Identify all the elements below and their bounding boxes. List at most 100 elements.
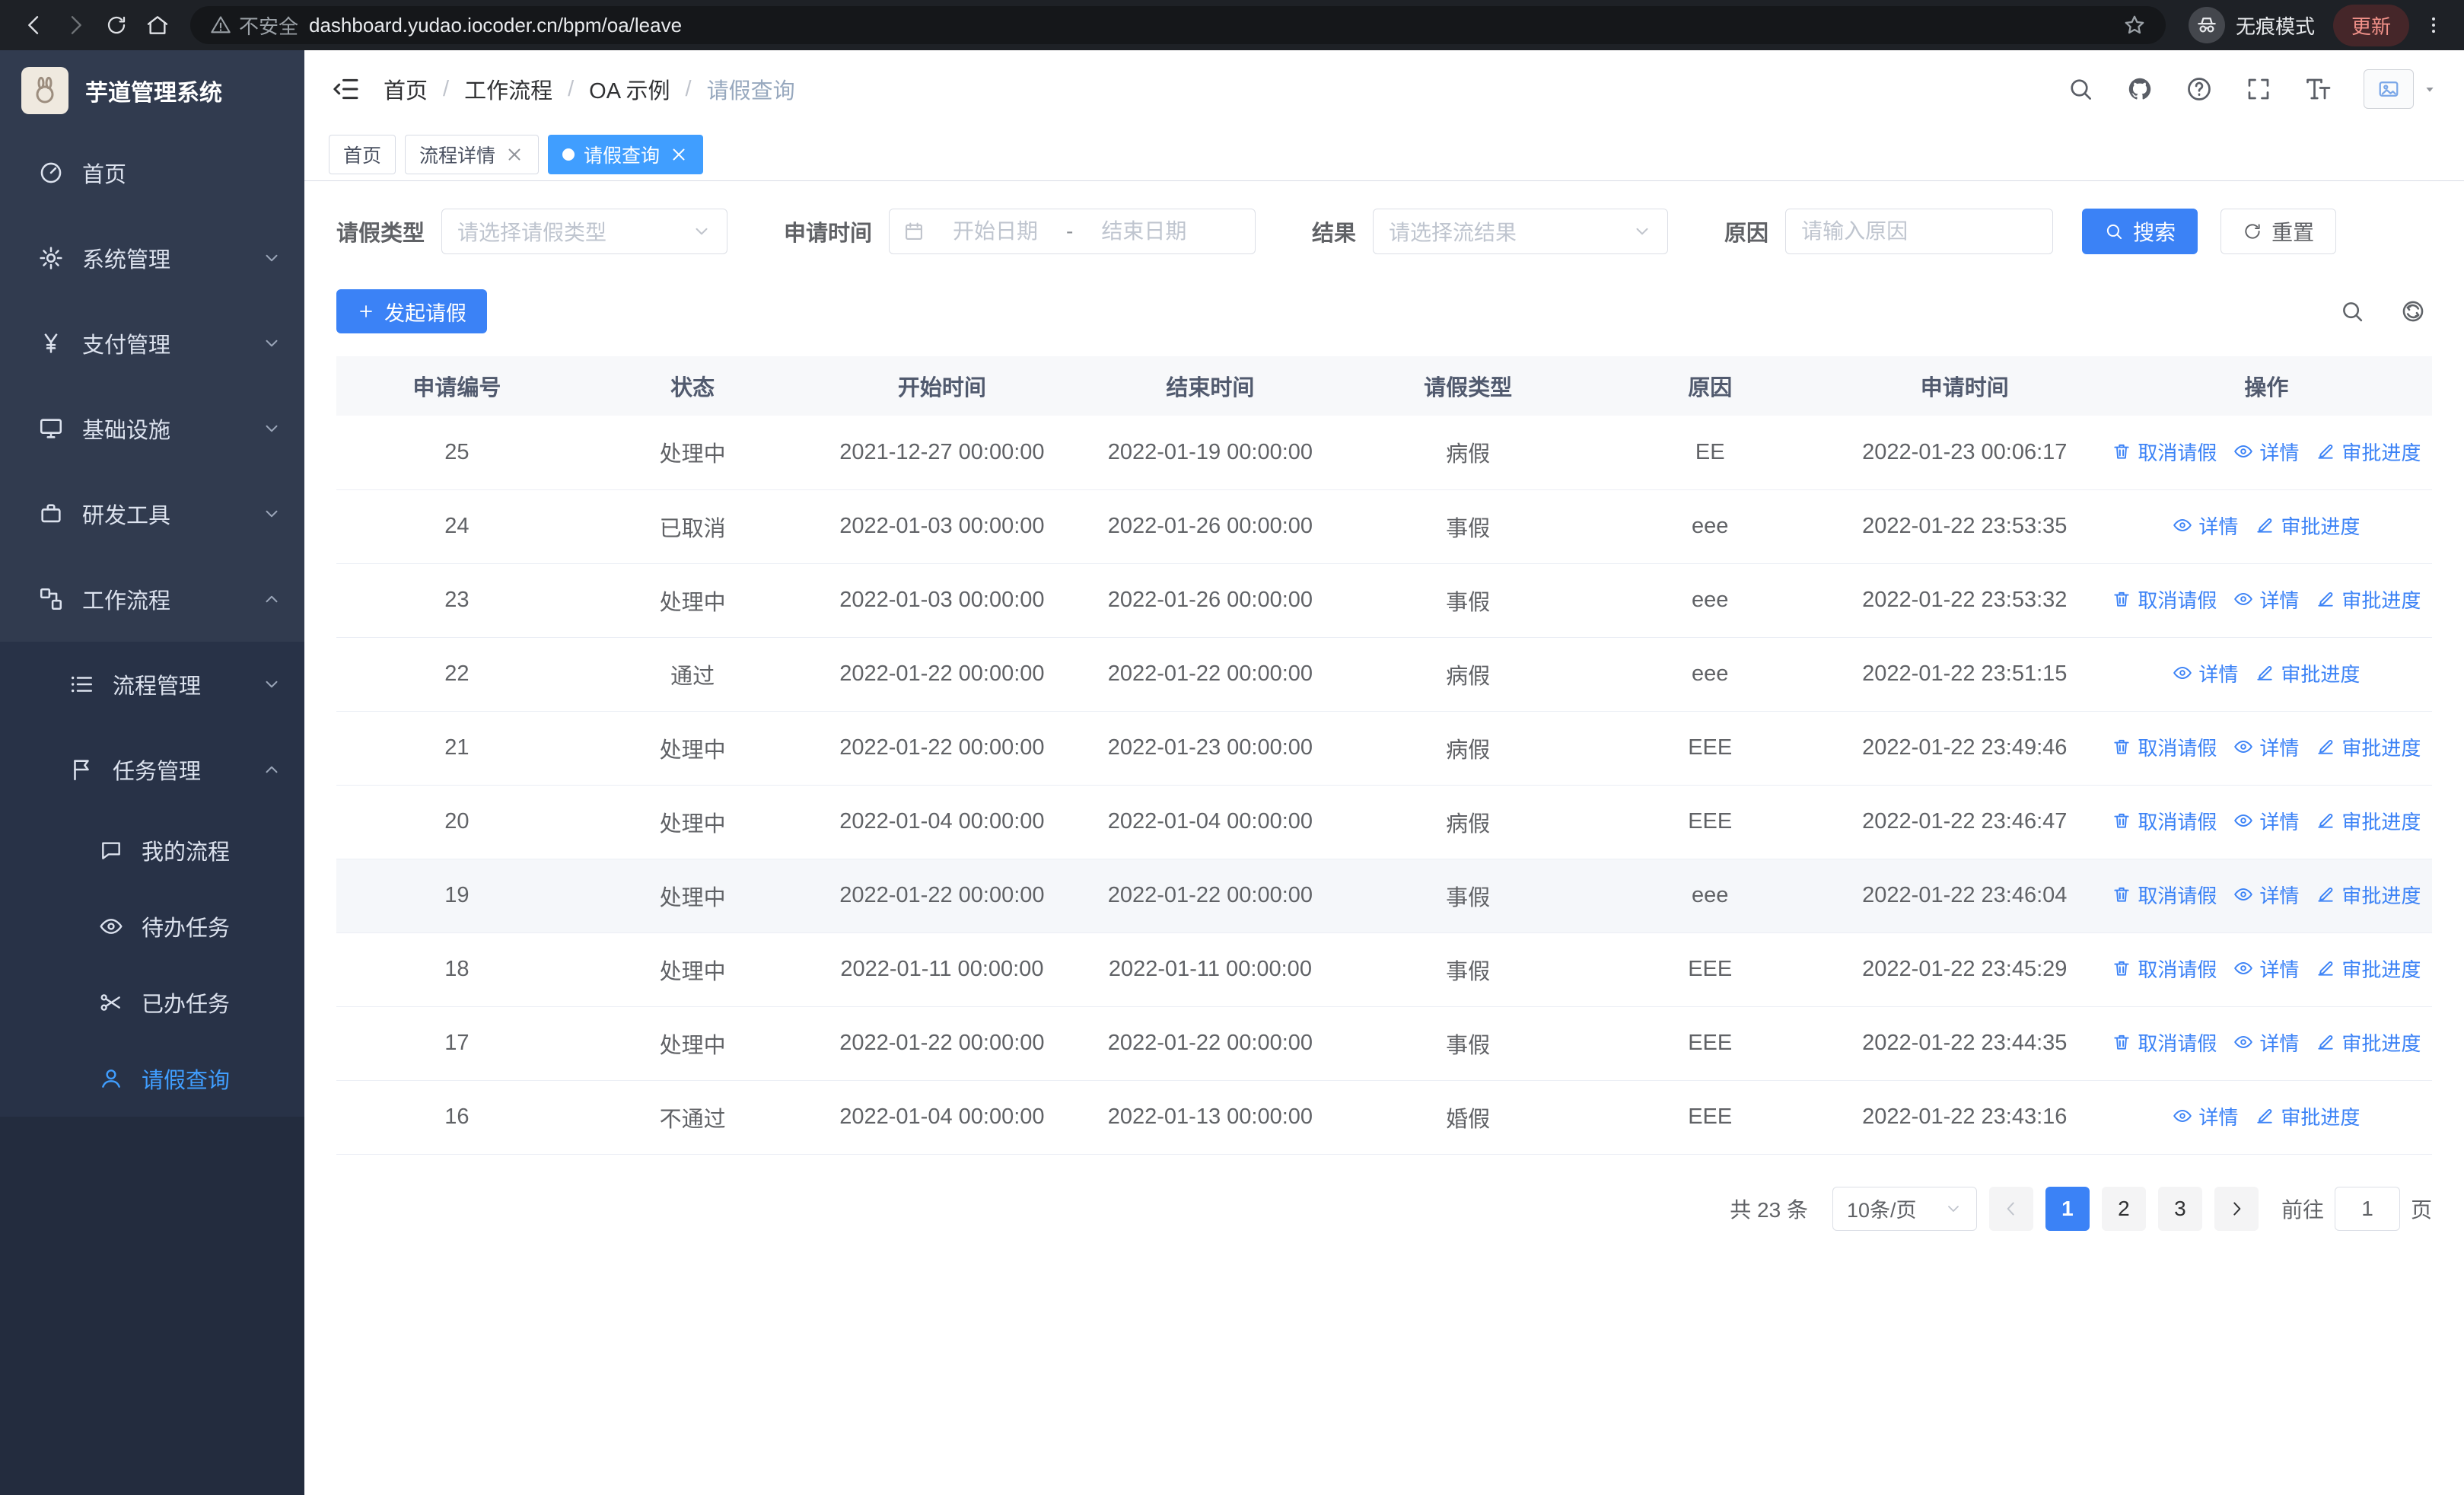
page-button-3[interactable]: 3 [2157,1186,2202,1231]
cancel-leave-link[interactable]: 取消请假 [2112,881,2217,909]
leave-type-select[interactable]: 请选择请假类型 [441,209,728,254]
cancel-leave-link[interactable]: 取消请假 [2112,438,2217,466]
url-text: dashboard.yudao.iocoder.cn/bpm/oa/leave [309,13,683,37]
browser-update-button[interactable]: 更新 [2332,4,2409,46]
sidebar-item-leave-query[interactable]: 请假查询 [0,1041,304,1117]
approval-progress-link[interactable]: 审批进度 [2255,1102,2360,1130]
detail-link[interactable]: 详情 [2233,733,2299,761]
browser-home-button[interactable] [137,5,178,46]
eye-icon [2173,515,2192,535]
refresh-table-icon[interactable] [2400,298,2426,324]
result-select[interactable]: 请选择流结果 [1373,209,1669,254]
cell-apply-no: 18 [336,932,578,1007]
warning-icon [210,14,231,36]
detail-link[interactable]: 详情 [2233,881,2299,909]
detail-link[interactable]: 详情 [2173,1102,2238,1130]
sidebar-item-task-mgmt[interactable]: 任务管理 [0,727,304,812]
cell-end: 2022-01-19 00:00:00 [1076,416,1345,490]
browser-menu-button[interactable] [2417,5,2450,46]
reset-button[interactable]: 重置 [2220,209,2337,254]
cell-reason: EE [1591,416,1829,490]
cell-end: 2022-01-23 00:00:00 [1076,711,1345,786]
breadcrumb-item-current: 请假查询 [670,73,795,105]
goto-page-input[interactable] [2334,1186,2400,1231]
sidebar-item-label: 待办任务 [142,916,231,941]
detail-link[interactable]: 详情 [2173,512,2238,540]
search-button[interactable]: 搜索 [2082,209,2198,254]
sidebar-item-infrastructure[interactable]: 基础设施 [0,386,304,471]
next-page-button[interactable] [2214,1186,2259,1231]
detail-link[interactable]: 详情 [2233,438,2299,466]
tab-home[interactable]: 首页 [329,134,396,174]
approval-progress-link[interactable]: 审批进度 [2316,438,2421,466]
github-icon[interactable] [2126,75,2154,103]
start-date-input[interactable] [932,219,1059,244]
browser-forward-button[interactable] [55,5,96,46]
breadcrumb-item[interactable]: 工作流程 [428,73,552,105]
tab-close-icon[interactable] [669,145,689,164]
tab-process-detail[interactable]: 流程详情 [405,134,540,174]
search-icon [2104,222,2124,241]
cell-apply-no: 20 [336,785,578,859]
sidebar-item-system[interactable]: 系统管理 [0,215,304,301]
create-leave-button[interactable]: 发起请假 [336,289,487,333]
breadcrumb-item[interactable]: OA 示例 [552,73,670,105]
breadcrumb-item[interactable]: 首页 [384,73,428,105]
browser-back-button[interactable] [14,5,55,46]
approval-progress-link[interactable]: 审批进度 [2316,1028,2421,1057]
reason-input[interactable] [1801,219,2038,244]
approval-progress-link[interactable]: 审批进度 [2316,881,2421,909]
search-icon[interactable] [2067,75,2094,103]
date-range-picker[interactable]: - [889,209,1256,254]
pagination-total: 共 23 条 [1730,1197,1808,1222]
approval-progress-link[interactable]: 审批进度 [2255,512,2360,540]
filter-label: 申请时间 [784,222,873,246]
page-size-select[interactable]: 10条/页 [1832,1186,1977,1231]
address-bar[interactable]: 不安全 dashboard.yudao.iocoder.cn/bpm/oa/le… [190,6,2166,44]
detail-link[interactable]: 详情 [2173,659,2238,687]
approval-progress-link[interactable]: 审批进度 [2316,807,2421,835]
cell-start: 2022-01-11 00:00:00 [807,932,1077,1007]
cancel-leave-link[interactable]: 取消请假 [2112,585,2217,614]
filter-leave-type: 请假类型 请选择请假类型 [336,209,728,254]
detail-link[interactable]: 详情 [2233,955,2299,983]
help-icon[interactable] [2185,75,2213,103]
detail-link[interactable]: 详情 [2233,1028,2299,1057]
approval-progress-link[interactable]: 审批进度 [2316,733,2421,761]
detail-link[interactable]: 详情 [2233,585,2299,614]
browser-reload-button[interactable] [96,5,137,46]
page-button-2[interactable]: 2 [2101,1186,2146,1231]
sidebar-item-home[interactable]: 首页 [0,130,304,215]
cell-status: 处理中 [577,859,808,933]
sidebar-item-payment[interactable]: 支付管理 [0,301,304,386]
font-size-icon[interactable] [2304,75,2332,103]
prev-page-button[interactable] [1988,1186,2033,1231]
toggle-search-icon[interactable] [2339,298,2365,324]
sidebar-item-devtools[interactable]: 研发工具 [0,471,304,556]
menu-fold-icon[interactable] [330,74,361,104]
filter-apply-time: 申请时间 - [784,209,1256,254]
sidebar-item-pending-tasks[interactable]: 待办任务 [0,888,304,964]
cancel-leave-link[interactable]: 取消请假 [2112,955,2217,983]
bookmark-star-icon[interactable] [2123,14,2146,37]
user-avatar-menu[interactable] [2364,69,2438,109]
sidebar-item-process-mgmt[interactable]: 流程管理 [0,642,304,727]
sidebar-item-my-processes[interactable]: 我的流程 [0,812,304,888]
tab-close-icon[interactable] [505,145,524,164]
detail-link[interactable]: 详情 [2233,807,2299,835]
end-date-input[interactable] [1081,219,1208,244]
approval-progress-link[interactable]: 审批进度 [2255,659,2360,687]
sidebar-item-done-tasks[interactable]: 已办任务 [0,964,304,1041]
tab-leave-query[interactable]: 请假查询 [548,134,704,174]
page-button-1[interactable]: 1 [2045,1186,2090,1231]
sidebar-item-workflow[interactable]: 工作流程 [0,556,304,642]
cell-status: 处理中 [577,932,808,1007]
cancel-leave-link[interactable]: 取消请假 [2112,1028,2217,1057]
security-chip[interactable]: 不安全 [210,11,298,40]
cell-applied: 2022-01-22 23:43:16 [1828,1080,2101,1155]
approval-progress-link[interactable]: 审批进度 [2316,585,2421,614]
cancel-leave-link[interactable]: 取消请假 [2112,733,2217,761]
fullscreen-icon[interactable] [2245,75,2272,103]
approval-progress-link[interactable]: 审批进度 [2316,955,2421,983]
cancel-leave-link[interactable]: 取消请假 [2112,807,2217,835]
